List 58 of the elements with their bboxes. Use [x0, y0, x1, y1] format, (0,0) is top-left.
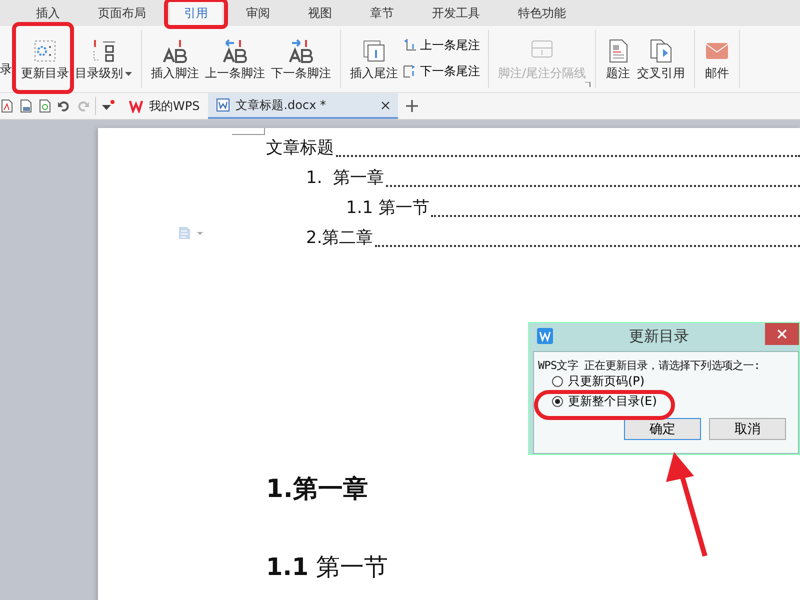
add-tab-icon[interactable] — [406, 100, 418, 112]
pdf-icon[interactable] — [0, 99, 14, 113]
endnote-icon — [361, 38, 387, 64]
document-tab[interactable]: 文章标题.docx * — [208, 93, 398, 119]
ribbon-button[interactable]: 题注 — [602, 30, 634, 88]
toc-entry[interactable]: 文章标题 — [266, 136, 334, 159]
radio-option[interactable]: 只更新页码(P) — [552, 373, 794, 390]
menu-tab[interactable]: 页面布局 — [84, 0, 160, 26]
ribbon-button[interactable]: 交叉引用 — [634, 30, 688, 88]
radio-button[interactable] — [552, 376, 563, 387]
dialog-launcher-icon[interactable] — [585, 82, 592, 88]
margin-mark — [232, 128, 265, 135]
ribbon-button[interactable]: 上一条尾注 — [401, 36, 482, 54]
menu-tab[interactable]: 审阅 — [232, 0, 284, 26]
menu-tab[interactable]: 章节 — [356, 0, 408, 26]
menu-tab[interactable]: 视图 — [294, 0, 346, 26]
left-arrow-footnote-icon — [222, 38, 248, 64]
preview-icon[interactable] — [38, 99, 52, 113]
logo-icon — [129, 99, 143, 113]
document-icon — [216, 98, 230, 112]
ribbon-label: 录 — [0, 61, 12, 78]
ribbon-button[interactable]: 目录级别 — [72, 30, 135, 88]
toc-entry[interactable]: 1.1 第一节 — [346, 196, 430, 219]
menu-tab[interactable]: 插入 — [22, 0, 74, 26]
right-arrow-footnote-icon — [288, 38, 314, 64]
ribbon-button[interactable]: 邮件 — [701, 30, 734, 88]
close-button[interactable] — [765, 323, 799, 345]
previous-endnote-icon — [403, 38, 417, 52]
chapter-heading: 1.第一章 — [266, 473, 369, 505]
close-icon — [777, 329, 787, 339]
ribbon-button[interactable]: 下一条尾注 — [401, 62, 482, 80]
ribbon-button[interactable]: 插入脚注 — [148, 30, 202, 88]
menu-tab[interactable]: 开发工具 — [418, 0, 494, 26]
dialog-title: 更新目录 — [628, 326, 690, 346]
cross-reference-icon — [648, 38, 674, 64]
footnote-icon — [162, 38, 188, 64]
numbered-levels-icon — [90, 38, 116, 64]
toc-entry[interactable]: 2.第二章 — [306, 226, 374, 249]
dialog-button[interactable]: 取消 — [709, 418, 786, 440]
section-heading: 1.1 第一节 — [266, 552, 390, 583]
ribbon-button[interactable]: 上一条脚注 — [202, 30, 268, 88]
undo-icon[interactable] — [57, 99, 71, 113]
radio-option[interactable]: 更新整个目录(E) — [552, 393, 657, 410]
ribbon-button[interactable]: 更新目录 — [18, 30, 72, 88]
toc-entry[interactable]: 1. 第一章 — [306, 166, 384, 189]
ribbon-button[interactable]: 插入尾注 — [347, 30, 401, 88]
ribbon-button[interactable]: 下一条脚注 — [268, 30, 334, 88]
dialog-button[interactable]: 确定 — [624, 418, 701, 440]
next-endnote-icon — [403, 64, 417, 78]
close-icon[interactable] — [380, 100, 390, 110]
dialog-message: WPS文字 正在更新目录，请选择下列选项之一: — [538, 358, 761, 373]
table-of-contents-icon — [32, 38, 58, 64]
menu-tab[interactable]: 特色功能 — [504, 0, 580, 26]
logo-icon — [537, 328, 553, 344]
print-preview-icon[interactable] — [19, 99, 33, 113]
document-tab[interactable]: 我的WPS — [121, 93, 208, 119]
radio-button[interactable] — [552, 396, 563, 407]
caret-icon — [125, 72, 132, 76]
